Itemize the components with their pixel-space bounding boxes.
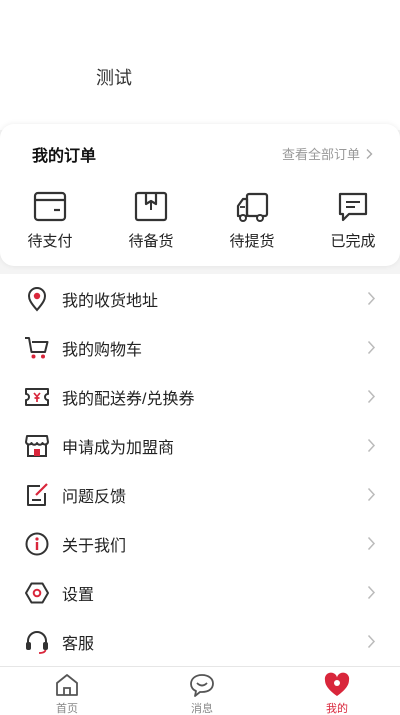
view-all-orders-label: 查看全部订单 — [281, 147, 360, 162]
order-status-label: 已完成 — [330, 233, 376, 250]
menu-item-label: 设置 — [62, 586, 95, 604]
menu-item-label: 关于我们 — [62, 537, 127, 555]
chevron-right-icon — [367, 634, 376, 649]
menu-item-cart[interactable]: 我的购物车 — [0, 323, 400, 372]
tab-profile[interactable]: 我的 — [292, 671, 382, 715]
order-status-label: 待支付 — [27, 233, 73, 250]
tab-label: 我的 — [326, 703, 348, 715]
chevron-right-icon — [364, 148, 374, 160]
tab-messages[interactable]: 消息 — [157, 671, 247, 715]
profile-header: 测试 — [0, 0, 400, 130]
chevron-right-icon — [367, 389, 376, 404]
menu-list: 我的收货地址 我的购物车 我的配送券/兑换券 申请成为加盟商 问题反馈 关于我们 — [0, 274, 400, 666]
orders-title: 我的订单 — [32, 148, 97, 165]
headset-icon — [24, 629, 50, 655]
info-icon — [24, 531, 50, 557]
view-all-orders-link[interactable]: 查看全部订单 — [282, 144, 374, 163]
profile-icon — [323, 671, 351, 699]
menu-item-label: 申请成为加盟商 — [62, 439, 175, 457]
chevron-right-icon — [367, 438, 376, 453]
menu-item-customer-service[interactable]: 客服 — [0, 617, 400, 666]
menu-item-settings[interactable]: 设置 — [0, 568, 400, 617]
username[interactable]: 测试 — [96, 64, 132, 90]
message-check-icon — [335, 190, 371, 224]
order-status-completed[interactable]: 已完成 — [313, 190, 393, 254]
tab-label: 首页 — [56, 703, 78, 715]
order-status-pickup[interactable]: 待提货 — [212, 190, 292, 254]
chevron-right-icon — [367, 487, 376, 502]
menu-item-franchise[interactable]: 申请成为加盟商 — [0, 421, 400, 470]
package-icon — [133, 190, 169, 224]
menu-item-label: 我的收货地址 — [62, 292, 159, 310]
menu-item-label: 我的购物车 — [62, 341, 143, 359]
store-icon — [24, 433, 50, 459]
order-status-label: 待提货 — [229, 233, 275, 250]
orders-card: 我的订单 查看全部订单 待支付 待备货 待提货 已完成 — [0, 124, 400, 266]
settings-icon — [24, 580, 50, 606]
tab-home[interactable]: 首页 — [22, 671, 112, 715]
location-pin-icon — [24, 286, 50, 312]
order-status-row: 待支付 待备货 待提货 已完成 — [0, 190, 400, 254]
bottom-tab-bar: 首页 消息 我的 — [0, 666, 400, 715]
order-status-preparing[interactable]: 待备货 — [111, 190, 191, 254]
chat-icon — [188, 671, 216, 699]
menu-item-label: 客服 — [62, 635, 95, 653]
menu-item-about[interactable]: 关于我们 — [0, 519, 400, 568]
coupon-icon — [24, 384, 50, 410]
tab-label: 消息 — [191, 703, 213, 715]
menu-item-feedback[interactable]: 问题反馈 — [0, 470, 400, 519]
chevron-right-icon — [367, 585, 376, 600]
chevron-right-icon — [367, 536, 376, 551]
feedback-icon — [24, 482, 50, 508]
cart-icon — [24, 335, 50, 361]
menu-item-label: 问题反馈 — [62, 488, 127, 506]
chevron-right-icon — [367, 340, 376, 355]
menu-item-coupons[interactable]: 我的配送券/兑换券 — [0, 372, 400, 421]
chevron-right-icon — [367, 291, 376, 306]
order-status-label: 待备货 — [128, 233, 174, 250]
home-icon — [53, 671, 81, 699]
order-status-pending-payment[interactable]: 待支付 — [10, 190, 90, 254]
wallet-icon — [32, 190, 68, 224]
menu-item-label: 我的配送券/兑换券 — [62, 390, 195, 408]
truck-icon — [234, 190, 270, 224]
menu-item-address[interactable]: 我的收货地址 — [0, 274, 400, 323]
